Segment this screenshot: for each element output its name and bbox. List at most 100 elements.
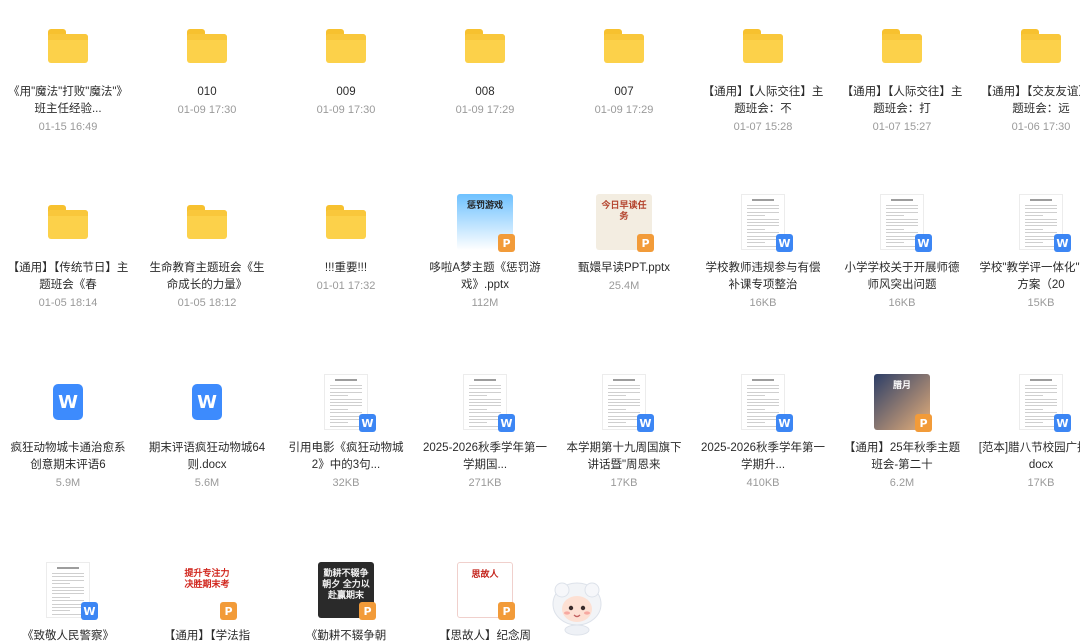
file-item[interactable]: W 引用电影《疯狂动物城 2》中的3句... 32KB [283, 370, 409, 491]
doc-text-line [747, 225, 779, 227]
file-item[interactable]: W 小学学校关于开展师德师风突出问题 16KB [839, 190, 965, 311]
doc-text-line [747, 222, 779, 223]
file-name: 【通用】【人际交往】主题班会：不 [702, 86, 824, 115]
file-name: 《致敬人民警察》 [22, 630, 114, 642]
doc-text-line [1025, 388, 1057, 390]
file-item[interactable]: 勤耕不辍争朝夕 全力以赴赢期末 P 《勤耕不辍争朝 [283, 558, 409, 642]
doc-text-line [469, 415, 501, 417]
file-item[interactable]: 【通用】【人际交往】主题班会：不 01-07 15:28 [700, 14, 826, 135]
doc-text-line [330, 398, 362, 400]
file-thumbnail: 今日早读任务 P [592, 190, 656, 254]
file-thumbnail: W [36, 370, 100, 434]
doc-title-line [752, 379, 774, 381]
file-item[interactable]: !!!重要!!! 01-01 17:32 [283, 190, 409, 294]
file-name: 甄嬛早读PPT.pptx [577, 262, 671, 274]
file-item[interactable]: W 2025-2026秋季学年第一学期升... 410KB [700, 370, 826, 491]
doc-text-line [52, 590, 84, 591]
file-thumbnail [731, 14, 795, 78]
folder-icon [187, 29, 227, 63]
doc-text-line [886, 235, 918, 237]
doc-text-line [1025, 215, 1043, 217]
file-meta: 271KB [468, 477, 502, 489]
ppt-badge-icon: P [359, 602, 376, 620]
file-item[interactable]: W 学校教师违规参与有偿补课专项整治 16KB [700, 190, 826, 311]
file-thumbnail: 惩罚游戏 P [453, 190, 517, 254]
file-meta: 01-01 17:32 [316, 280, 376, 292]
file-thumbnail: W [731, 190, 795, 254]
doc-text-line [747, 218, 779, 220]
file-meta: 01-09 17:29 [594, 104, 654, 116]
file-thumbnail [1009, 14, 1073, 78]
file-item[interactable]: 007 01-09 17:29 [561, 14, 687, 118]
doc-text-line [747, 211, 779, 213]
file-item[interactable]: 【通用】【人际交往】主题班会：打 01-07 15:27 [839, 14, 965, 135]
file-item[interactable]: 010 01-09 17:30 [144, 14, 270, 118]
folder-icon [48, 205, 88, 239]
ppt-thumbnail-text: 惩罚游戏 [466, 200, 503, 210]
doc-text-line [52, 610, 70, 612]
doc-text-line [747, 405, 779, 407]
file-name: 010 [197, 86, 217, 98]
ppt-badge-icon: P [637, 234, 654, 252]
file-item[interactable]: 今日早读任务 P 甄嬛早读PPT.pptx 25.4M [561, 190, 687, 294]
file-thumbnail [175, 14, 239, 78]
file-thumbnail: W [453, 370, 517, 434]
doc-text-line [608, 405, 640, 407]
doc-text-line [469, 402, 501, 403]
doc-text-line [52, 600, 84, 602]
doc-text-line [1025, 232, 1057, 234]
file-item[interactable]: 《用"魔法"打败"魔法"》班主任经验... 01-15 16:49 [5, 14, 131, 135]
doc-text-line [747, 205, 779, 206]
doc-text-line [52, 603, 84, 605]
file-name: 学校"教学评一体化"实施方案（20 [979, 262, 1080, 291]
file-item[interactable]: 【通用】【交友友谊】主题班会：远 01-06 17:30 [978, 14, 1080, 135]
file-item[interactable]: W 期末评语疯狂动物城64则.docx 5.6M [144, 370, 270, 491]
doc-text-line [747, 228, 765, 230]
doc-text-line [747, 398, 779, 400]
doc-title-line [1030, 199, 1052, 201]
doc-text-line [608, 385, 640, 386]
file-item[interactable]: W 学校"教学评一体化"实施方案（20 15KB [978, 190, 1080, 311]
doc-text-line [608, 398, 640, 400]
file-item[interactable]: 提升专注力 决胜期末考 P 【通用】【学法指 [144, 558, 270, 642]
assistant-mascot-icon[interactable] [548, 578, 606, 636]
file-meta: 01-06 17:30 [1011, 121, 1071, 133]
doc-text-line [747, 419, 779, 420]
file-item[interactable]: W [范本]腊八节校园广播稿.docx 17KB [978, 370, 1080, 491]
ppt-thumbnail-text: 腊月 [892, 380, 911, 390]
file-name: 小学学校关于开展师德师风突出问题 [844, 262, 960, 291]
file-item[interactable]: W 2025-2026秋季学年第一学期国... 271KB [422, 370, 548, 491]
word-badge-icon: W [359, 414, 376, 432]
doc-text-line [1025, 218, 1057, 220]
file-name: 《用"魔法"打败"魔法"》班主任经验... [8, 86, 128, 115]
file-item[interactable]: W 《致敬人民警察》 [5, 558, 131, 642]
file-item[interactable]: 生命教育主题班会《生命成长的力量》 01-05 18:12 [144, 190, 270, 311]
file-name: 【通用】【学法指 [163, 630, 251, 642]
ppt-badge-icon: P [220, 602, 237, 620]
file-meta: 01-05 18:14 [38, 297, 98, 309]
file-item[interactable]: 思故人 P 【思故人】纪念周 [422, 558, 548, 642]
file-item[interactable]: 【通用】【传统节日】主题班会《春 01-05 18:14 [5, 190, 131, 311]
doc-text-line [469, 408, 487, 410]
doc-text-line [469, 391, 501, 393]
file-name: 009 [336, 86, 356, 98]
doc-text-line [747, 425, 779, 427]
doc-text-line [1025, 228, 1043, 230]
file-item[interactable]: 009 01-09 17:30 [283, 14, 409, 118]
file-name: 疯狂动物城卡通治愈系创意期末评语6 [10, 442, 126, 471]
file-item[interactable]: W 疯狂动物城卡通治愈系创意期末评语6 5.9M [5, 370, 131, 491]
doc-text-line [469, 422, 487, 424]
folder-icon [187, 205, 227, 239]
doc-text-line [747, 402, 779, 403]
doc-text-line [469, 419, 501, 420]
doc-text-line [1025, 225, 1057, 227]
file-item[interactable]: W 本学期第十九周国旗下讲话暨"周恩来 17KB [561, 370, 687, 491]
file-meta: 16KB [749, 297, 777, 309]
file-item[interactable]: 惩罚游戏 P 哆啦A梦主题《惩罚游戏》.pptx 112M [422, 190, 548, 311]
file-meta: 01-09 17:30 [316, 104, 376, 116]
file-name: [范本]腊八节校园广播稿.docx [978, 442, 1080, 471]
word-badge-icon: W [498, 414, 515, 432]
file-item[interactable]: 腊月 P 【通用】25年秋季主题班会-第二十 6.2M [839, 370, 965, 491]
file-item[interactable]: 008 01-09 17:29 [422, 14, 548, 118]
file-meta: 17KB [1027, 477, 1055, 489]
